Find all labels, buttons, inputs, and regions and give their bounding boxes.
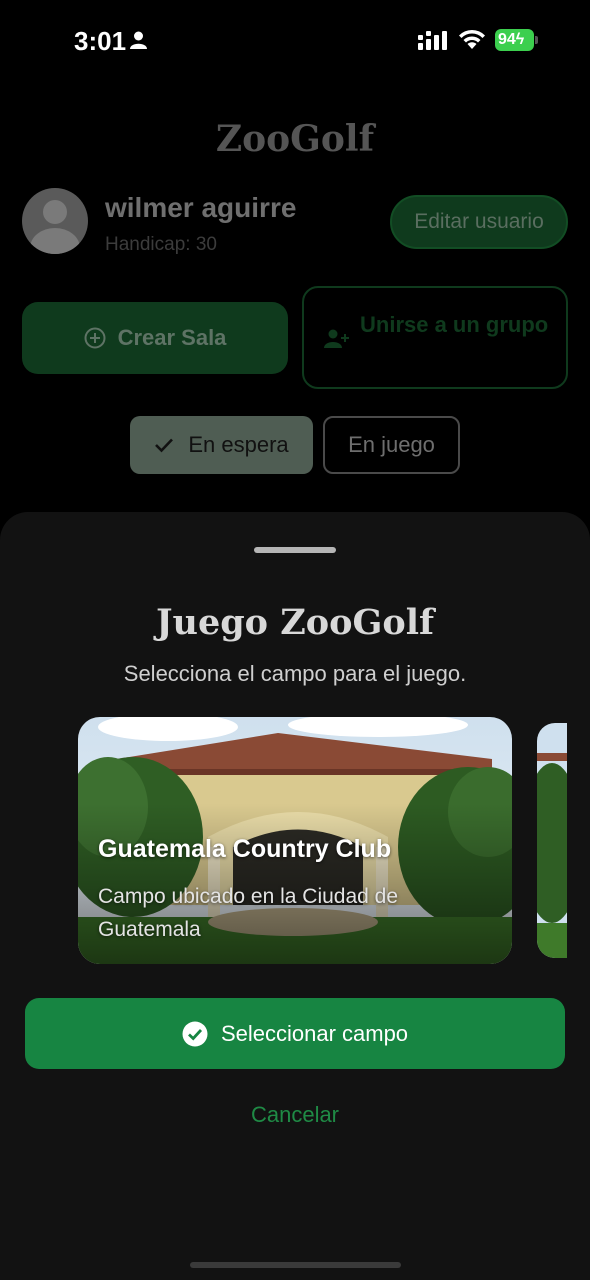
check-circle-icon <box>182 1021 208 1046</box>
join-group-label: Unirse a un grupo <box>360 312 549 337</box>
sheet-drag-handle[interactable] <box>254 547 336 553</box>
select-course-label: Seleccionar campo <box>220 1020 409 1046</box>
status-bar: 3:01 94ϟ <box>0 0 590 80</box>
status-time: 3:01 <box>74 26 127 56</box>
select-course-button[interactable]: Seleccionar campo <box>25 998 565 1069</box>
course-card[interactable]: Guatemala Country Club Campo ubicado en … <box>78 717 512 964</box>
edit-user-button[interactable]: Editar usuario <box>390 195 568 249</box>
filter-playing-chip[interactable]: En juego <box>323 416 460 474</box>
cellular-signal-icon <box>418 31 447 50</box>
avatar <box>22 188 88 254</box>
app-brand: ZooGolf <box>215 118 375 160</box>
create-room-label: Crear Sala <box>117 325 227 350</box>
charging-bolt-icon: ϟ <box>515 31 525 48</box>
join-group-button[interactable]: Unirse a un grupo <box>302 286 568 389</box>
battery-level: 94 <box>498 31 516 48</box>
filter-waiting-chip[interactable]: En espera <box>130 416 313 474</box>
course-picker-sheet: Juego ZooGolf Selecciona el campo para e… <box>0 512 590 1280</box>
course-name: Guatemala Country Club <box>98 835 392 863</box>
user-handicap: Handicap: 30 <box>105 234 217 255</box>
next-course-card-peek[interactable] <box>537 723 567 958</box>
create-room-button[interactable]: Crear Sala <box>22 302 288 374</box>
group-add-icon <box>324 329 349 348</box>
check-icon <box>155 438 174 453</box>
person-icon <box>130 31 147 49</box>
sheet-title: Juego ZooGolf <box>155 602 435 643</box>
next-course-photo <box>537 723 567 958</box>
home-indicator <box>190 1262 401 1268</box>
wifi-icon <box>459 29 485 49</box>
filter-waiting-label: En espera <box>188 432 289 457</box>
user-name: wilmer aguirre <box>105 192 297 223</box>
sheet-subtitle: Selecciona el campo para el juego. <box>123 661 467 686</box>
battery-indicator: 94ϟ <box>495 29 539 51</box>
plus-circle-icon <box>84 327 106 349</box>
course-description: Campo ubicado en la Ciudad de Guatemala <box>98 885 399 941</box>
cancel-button[interactable]: Cancelar <box>0 1102 590 1128</box>
